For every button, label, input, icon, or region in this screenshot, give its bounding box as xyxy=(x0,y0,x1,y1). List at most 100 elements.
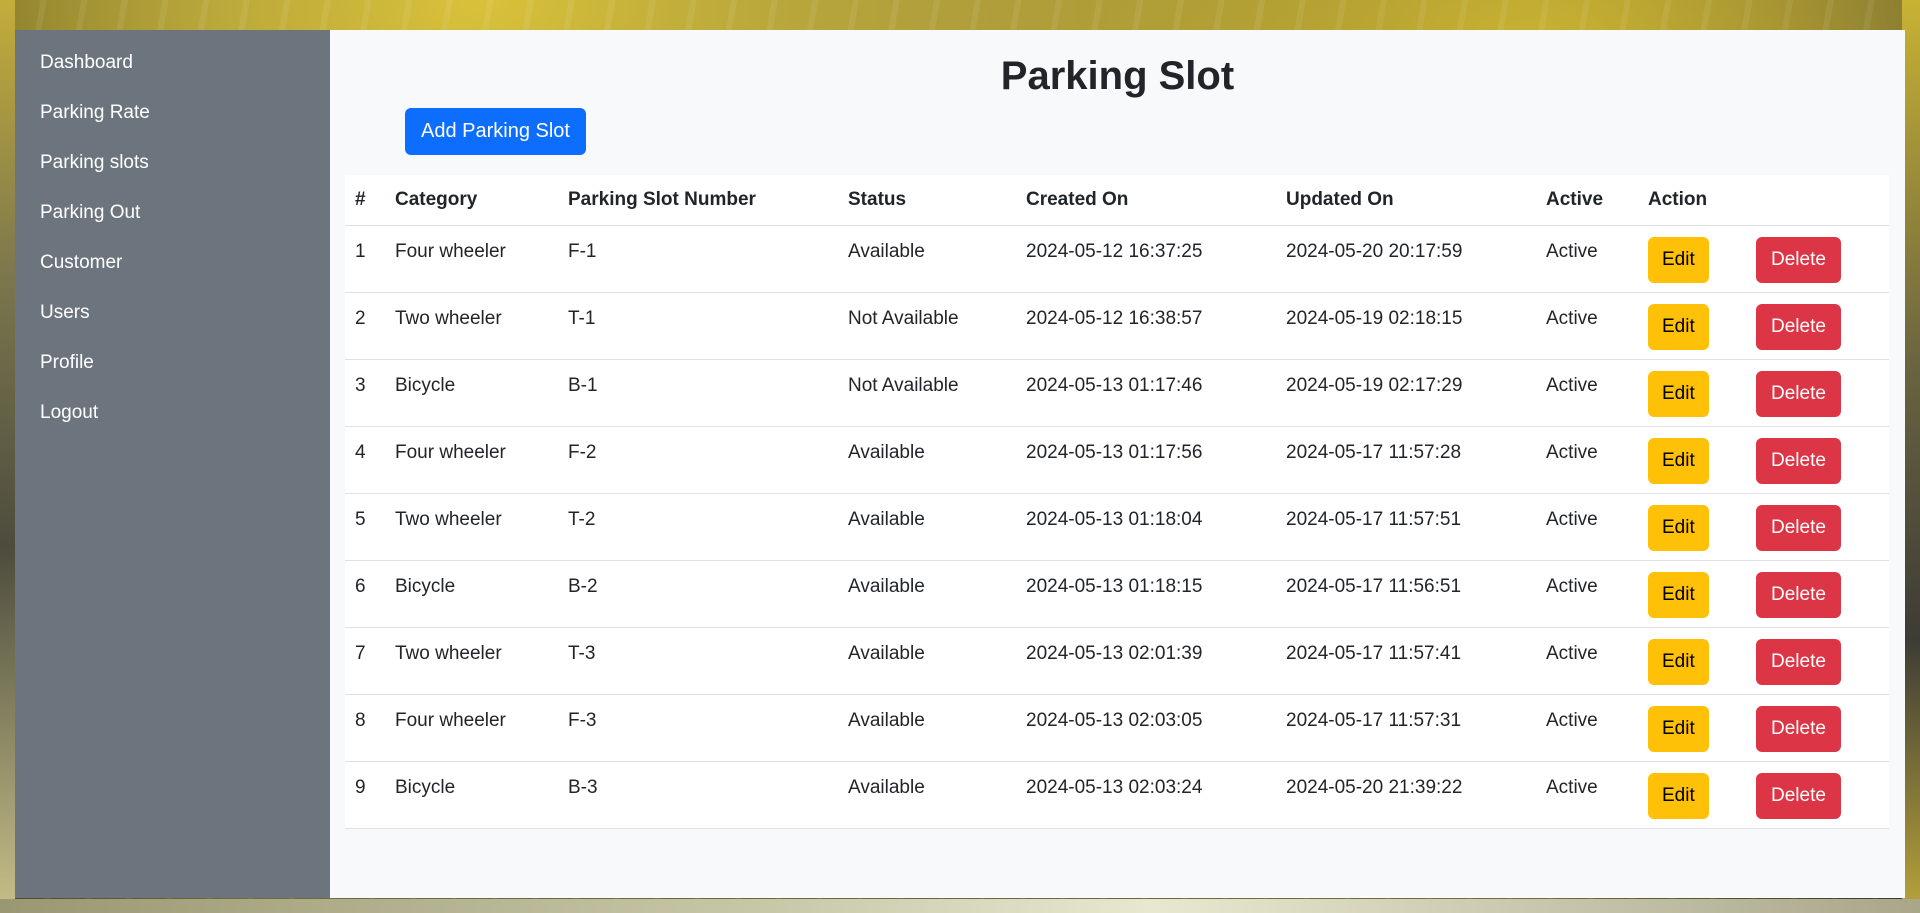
cell-delete-action: Delete xyxy=(1746,225,1889,293)
cell-status: Available xyxy=(838,493,1016,561)
cell-slot-number: B-1 xyxy=(558,359,838,427)
table-body: 1 Four wheeler F-1 Available 2024-05-12 16:3… xyxy=(345,225,1889,829)
parking-slot-table-container: # Category Parking Slot Number Status Cr… xyxy=(345,175,1889,829)
delete-button[interactable]: Delete xyxy=(1756,371,1841,417)
cell-category: Four wheeler xyxy=(385,694,558,762)
cell-delete-action: Delete xyxy=(1746,292,1889,360)
edit-button[interactable]: Edit xyxy=(1648,773,1709,819)
table-row: 9 Bicycle B-3 Available 2024-05-13 02:03:24 2… xyxy=(345,761,1889,829)
cell-delete-action: Delete xyxy=(1746,493,1889,561)
cell-slot-number: B-2 xyxy=(558,560,838,628)
table-row: 4 Four wheeler F-2 Available 2024-05-13 01:1… xyxy=(345,426,1889,494)
edit-button[interactable]: Edit xyxy=(1648,572,1709,618)
cell-status: Available xyxy=(838,426,1016,494)
cell-delete-action: Delete xyxy=(1746,426,1889,494)
edit-button[interactable]: Edit xyxy=(1648,505,1709,551)
table-row: 2 Two wheeler T-1 Not Available 2024-05-12 1… xyxy=(345,292,1889,360)
cell-delete-action: Delete xyxy=(1746,627,1889,695)
sidebar-item-logout[interactable]: Logout xyxy=(15,400,330,450)
header-status: Status xyxy=(838,175,1016,226)
edit-button[interactable]: Edit xyxy=(1648,371,1709,417)
header-action: Action xyxy=(1638,175,1746,226)
cell-created-on: 2024-05-12 16:38:57 xyxy=(1016,292,1276,360)
cell-delete-action: Delete xyxy=(1746,761,1889,829)
edit-button[interactable]: Edit xyxy=(1648,237,1709,283)
cell-created-on: 2024-05-13 01:18:04 xyxy=(1016,493,1276,561)
sidebar-item-profile[interactable]: Profile xyxy=(15,350,330,400)
sidebar-item-parking-out[interactable]: Parking Out xyxy=(15,200,330,250)
delete-button[interactable]: Delete xyxy=(1756,237,1841,283)
cell-number: 7 xyxy=(345,627,385,695)
header-number: # xyxy=(345,175,385,226)
cell-slot-number: T-3 xyxy=(558,627,838,695)
table-row: 7 Two wheeler T-3 Available 2024-05-13 02:01… xyxy=(345,627,1889,695)
sidebar-item-dashboard[interactable]: Dashboard xyxy=(15,50,330,100)
cell-category: Two wheeler xyxy=(385,292,558,360)
cell-active: Active xyxy=(1536,225,1638,293)
cell-edit-action: Edit xyxy=(1638,761,1746,829)
table-row: 1 Four wheeler F-1 Available 2024-05-12 16:3… xyxy=(345,225,1889,293)
delete-button[interactable]: Delete xyxy=(1756,304,1841,350)
background-floor xyxy=(0,899,1920,913)
cell-delete-action: Delete xyxy=(1746,560,1889,628)
header-action-spacer xyxy=(1746,175,1889,226)
cell-number: 6 xyxy=(345,560,385,628)
cell-status: Available xyxy=(838,761,1016,829)
cell-updated-on: 2024-05-17 11:57:31 xyxy=(1276,694,1536,762)
cell-updated-on: 2024-05-17 11:57:41 xyxy=(1276,627,1536,695)
cell-slot-number: T-1 xyxy=(558,292,838,360)
cell-number: 1 xyxy=(345,225,385,293)
cell-created-on: 2024-05-13 02:03:05 xyxy=(1016,694,1276,762)
delete-button[interactable]: Delete xyxy=(1756,505,1841,551)
header-category: Category xyxy=(385,175,558,226)
cell-status: Not Available xyxy=(838,292,1016,360)
cell-number: 8 xyxy=(345,694,385,762)
sidebar-item-users[interactable]: Users xyxy=(15,300,330,350)
delete-button[interactable]: Delete xyxy=(1756,773,1841,819)
delete-button[interactable]: Delete xyxy=(1756,438,1841,484)
add-parking-slot-button[interactable]: Add Parking Slot xyxy=(405,108,586,155)
cell-category: Bicycle xyxy=(385,560,558,628)
cell-created-on: 2024-05-13 01:17:56 xyxy=(1016,426,1276,494)
cell-category: Bicycle xyxy=(385,761,558,829)
cell-status: Available xyxy=(838,225,1016,293)
delete-button[interactable]: Delete xyxy=(1756,639,1841,685)
sidebar-item-parking-rate[interactable]: Parking Rate xyxy=(15,100,330,150)
header-slot-number: Parking Slot Number xyxy=(558,175,838,226)
main-content: Parking Slot Add Parking Slot # Category… xyxy=(330,30,1905,898)
app-frame: Dashboard Parking Rate Parking slots Par… xyxy=(15,30,1905,898)
cell-edit-action: Edit xyxy=(1638,560,1746,628)
sidebar: Dashboard Parking Rate Parking slots Par… xyxy=(15,30,330,898)
cell-updated-on: 2024-05-17 11:56:51 xyxy=(1276,560,1536,628)
cell-number: 2 xyxy=(345,292,385,360)
table-row: 3 Bicycle B-1 Not Available 2024-05-13 01:17… xyxy=(345,359,1889,427)
cell-updated-on: 2024-05-17 11:57:28 xyxy=(1276,426,1536,494)
cell-updated-on: 2024-05-20 21:39:22 xyxy=(1276,761,1536,829)
cell-updated-on: 2024-05-20 20:17:59 xyxy=(1276,225,1536,293)
cell-slot-number: F-3 xyxy=(558,694,838,762)
cell-created-on: 2024-05-13 02:01:39 xyxy=(1016,627,1276,695)
cell-edit-action: Edit xyxy=(1638,426,1746,494)
cell-edit-action: Edit xyxy=(1638,359,1746,427)
background-strip-left xyxy=(0,0,15,913)
delete-button[interactable]: Delete xyxy=(1756,572,1841,618)
sidebar-item-customer[interactable]: Customer xyxy=(15,250,330,300)
cell-active: Active xyxy=(1536,426,1638,494)
edit-button[interactable]: Edit xyxy=(1648,706,1709,752)
delete-button[interactable]: Delete xyxy=(1756,706,1841,752)
cell-edit-action: Edit xyxy=(1638,292,1746,360)
cell-edit-action: Edit xyxy=(1638,225,1746,293)
cell-delete-action: Delete xyxy=(1746,359,1889,427)
edit-button[interactable]: Edit xyxy=(1648,639,1709,685)
cell-category: Four wheeler xyxy=(385,225,558,293)
cell-created-on: 2024-05-13 02:03:24 xyxy=(1016,761,1276,829)
edit-button[interactable]: Edit xyxy=(1648,438,1709,484)
header-updated-on: Updated On xyxy=(1276,175,1536,226)
cell-number: 3 xyxy=(345,359,385,427)
cell-updated-on: 2024-05-19 02:18:15 xyxy=(1276,292,1536,360)
edit-button[interactable]: Edit xyxy=(1648,304,1709,350)
cell-category: Four wheeler xyxy=(385,426,558,494)
cell-slot-number: F-1 xyxy=(558,225,838,293)
sidebar-item-parking-slots[interactable]: Parking slots xyxy=(15,150,330,200)
cell-created-on: 2024-05-12 16:37:25 xyxy=(1016,225,1276,293)
